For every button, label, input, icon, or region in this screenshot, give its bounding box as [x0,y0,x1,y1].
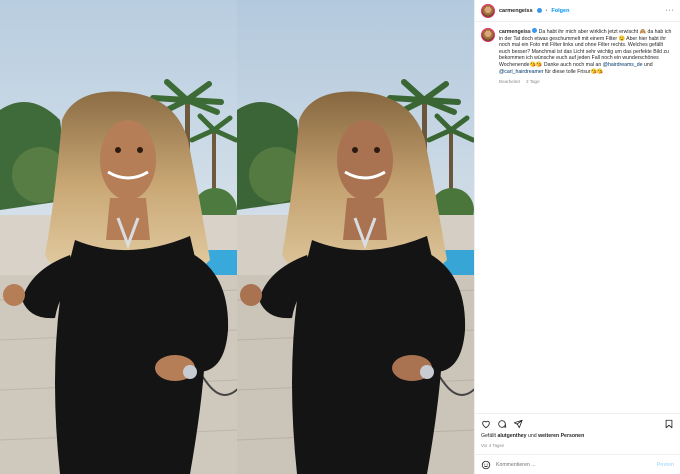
follow-button[interactable]: Folgen [551,8,569,14]
verified-icon [532,28,538,33]
likes-prefix: Gefällt [481,433,498,439]
emoji-icon[interactable] [481,460,491,470]
comment-icon[interactable] [497,419,507,429]
likes-user[interactable]: alutgenthey [497,433,526,439]
mention-link[interactable]: @carl_hairdreamer [499,69,543,75]
likes-middle: und [526,433,539,439]
bookmark-icon[interactable] [664,419,674,429]
post-date[interactable]: Vor 4 Tagen [475,441,680,454]
caption-body-3: für diese tolle Frisur😘😘 [543,68,604,75]
post-side-panel: carmengeiss • Folgen ··· carmengeiss Da … [474,0,680,474]
share-icon[interactable] [513,419,523,429]
mention-link[interactable]: @hairdreams_de [603,62,643,68]
more-icon[interactable]: ··· [666,7,675,14]
caption-meta: Bearbeitet 2 Tage [499,79,675,84]
caption-text: carmengeiss Da habt ihr mich aber wirkli… [499,28,675,75]
photo-without-filter [237,0,474,474]
likes-others[interactable]: weiteren Personen [538,433,584,439]
photo-with-filter [0,0,237,474]
avatar[interactable] [481,3,495,18]
post-image[interactable] [0,0,474,474]
caption-age: 2 Tage [525,79,540,85]
comments-area: carmengeiss Da habt ihr mich aber wirkli… [475,22,680,413]
caption-body-2: und [642,61,653,68]
comment-input[interactable] [496,461,652,468]
edited-label: Bearbeitet [499,79,520,85]
post-header: carmengeiss • Folgen ··· [475,0,680,22]
instagram-post-view: carmengeiss • Folgen ··· carmengeiss Da … [0,0,680,474]
separator-dot: • [545,7,548,14]
header-username[interactable]: carmengeiss [499,8,533,14]
caption-avatar[interactable] [481,28,495,42]
likes-line: Gefällt alutgenthey und weiteren Persone… [475,433,680,441]
post-button[interactable]: Posten [657,462,674,468]
comment-box: Posten [475,454,680,474]
caption-username[interactable]: carmengeiss [499,29,531,35]
heart-icon[interactable] [481,419,491,429]
verified-icon [536,8,542,13]
action-bar [475,413,680,433]
